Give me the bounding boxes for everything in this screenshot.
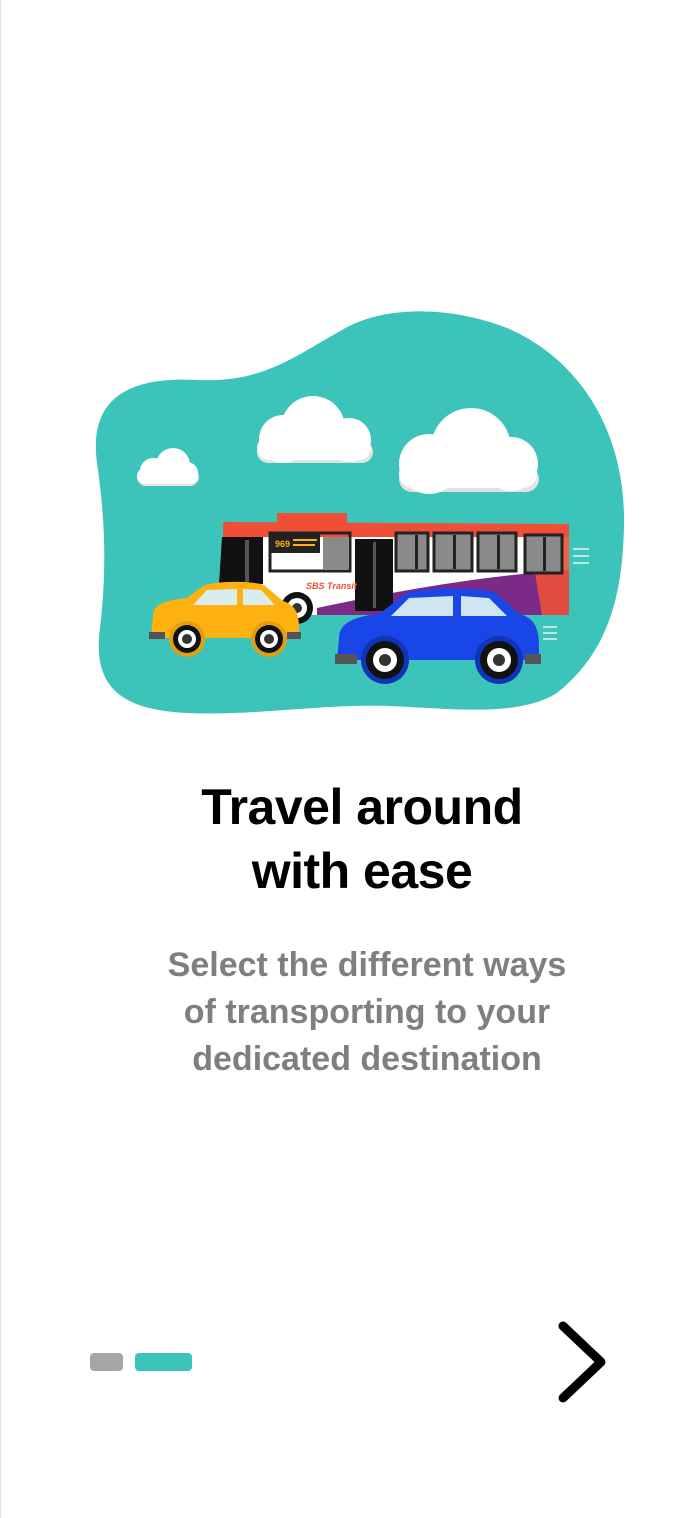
bus-route-number: 969 (275, 539, 290, 549)
onboarding-title: Travel around with ease (1, 775, 695, 903)
onboarding-description-line-1: Select the different ways (167, 946, 567, 984)
onboarding-description-line-3: dedicated destination (192, 1040, 542, 1078)
bus-operator-logo: SBS Transit (306, 581, 358, 591)
page-indicator-dot-2-active[interactable] (135, 1353, 192, 1371)
onboarding-title-line-1: Travel around (201, 779, 523, 835)
onboarding-description-line-2: of transporting to your (183, 993, 551, 1031)
chevron-right-icon (558, 1321, 606, 1403)
onboarding-description: Select the different ways of transportin… (1, 942, 695, 1083)
page-indicator-dot-1[interactable] (90, 1353, 123, 1371)
transport-illustration: 969 SBS Transit (95, 311, 625, 714)
onboarding-screen: 969 SBS Transit Travel around with ease … (0, 0, 695, 1518)
onboarding-title-line-2: with ease (251, 843, 473, 899)
next-button[interactable] (549, 1318, 617, 1406)
